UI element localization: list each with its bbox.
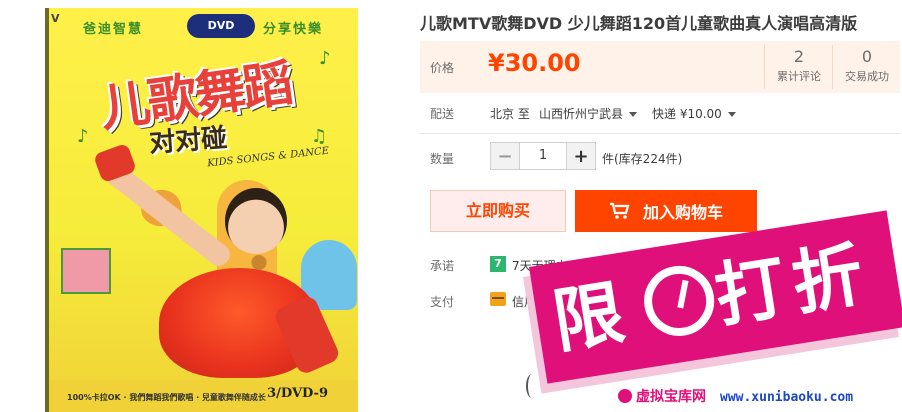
site-logo-icon [618, 389, 632, 403]
music-note-icon: ♪ [77, 126, 89, 147]
promise-label: 承诺 [430, 259, 455, 273]
stamp-right-text: 打折 [709, 232, 877, 338]
sales-label: 交易成功 [845, 70, 889, 83]
cover-top-left-text: 爸迪智慧 [83, 22, 144, 37]
chevron-down-icon [629, 112, 638, 117]
shipping-from: 北京 至 [490, 107, 530, 121]
house-illustration [61, 248, 111, 294]
dancer-head [225, 188, 287, 254]
payment-label: 支付 [430, 295, 455, 309]
sales-stat: 0 交易成功 [834, 46, 900, 86]
site-url: www.xunibaoku.com [720, 390, 854, 405]
quantity-label: 数量 [430, 152, 455, 166]
reviews-stat[interactable]: 2 累计评论 [766, 46, 832, 86]
site-watermark: 虚拟宝库网 www.xunibaoku.com [618, 386, 853, 406]
shipping-label: 配送 [430, 107, 455, 121]
add-to-cart-label: 加入购物车 [642, 203, 723, 222]
quantity-input[interactable]: 1 [519, 143, 567, 169]
product-title: 儿歌MTV歌舞DVD 少儿舞蹈120首儿童歌曲真人演唱高清版 [420, 14, 858, 33]
divider [420, 133, 900, 134]
product-image[interactable]: V 爸迪智慧 DVD 分享快樂 ♪ ♫ ♪ 儿歌舞蹈 对对碰 KIDS SONG… [45, 8, 358, 412]
reviews-count: 2 [793, 47, 805, 66]
music-note-icon: ♪ [319, 48, 331, 69]
shipping-method: 快递 ¥10.00 [652, 107, 722, 121]
stock-text: 件(库存224件) [602, 152, 683, 166]
shipping-destination-select[interactable]: 山西忻州宁武县 [539, 105, 638, 122]
cover-subtitle: 对对碰 [148, 123, 229, 159]
shipping-destination: 山西忻州宁武县 [539, 107, 624, 121]
credit-card-icon [490, 292, 506, 306]
chevron-down-icon [727, 112, 736, 117]
seven-day-return-icon: 7 [490, 256, 506, 272]
shopping-cart-icon [609, 202, 630, 219]
quantity-stepper: − 1 + [490, 142, 596, 170]
sales-count: 0 [861, 47, 873, 66]
disc-count: 3/DVD-9 [267, 386, 328, 401]
site-name: 虚拟宝库网 [636, 389, 706, 405]
add-to-cart-button[interactable]: 加入购物车 [575, 190, 757, 232]
quantity-decrease-button[interactable]: − [491, 143, 519, 169]
swirl-mark [526, 374, 538, 398]
price-label: 价格 [430, 61, 455, 75]
music-note-icon: ♫ [311, 126, 328, 147]
bluray-badge: DVD [187, 14, 255, 38]
stamp-left-text: 限 [547, 270, 638, 364]
buy-now-button[interactable]: 立即购买 [430, 190, 566, 232]
quantity-increase-button[interactable]: + [567, 143, 595, 169]
divider [832, 45, 833, 89]
price-value: ¥30.00 [488, 49, 581, 77]
shipping-method-select[interactable]: 快递 ¥10.00 [652, 105, 736, 122]
divider [764, 45, 765, 89]
dancer-leg [102, 160, 234, 271]
spine-mark: V [51, 12, 60, 25]
cover-top-right-text: 分享快樂 [263, 22, 324, 37]
reviews-label: 累计评论 [777, 70, 821, 83]
price-panel: 价格 ¥30.00 2 累计评论 0 交易成功 [420, 41, 900, 93]
